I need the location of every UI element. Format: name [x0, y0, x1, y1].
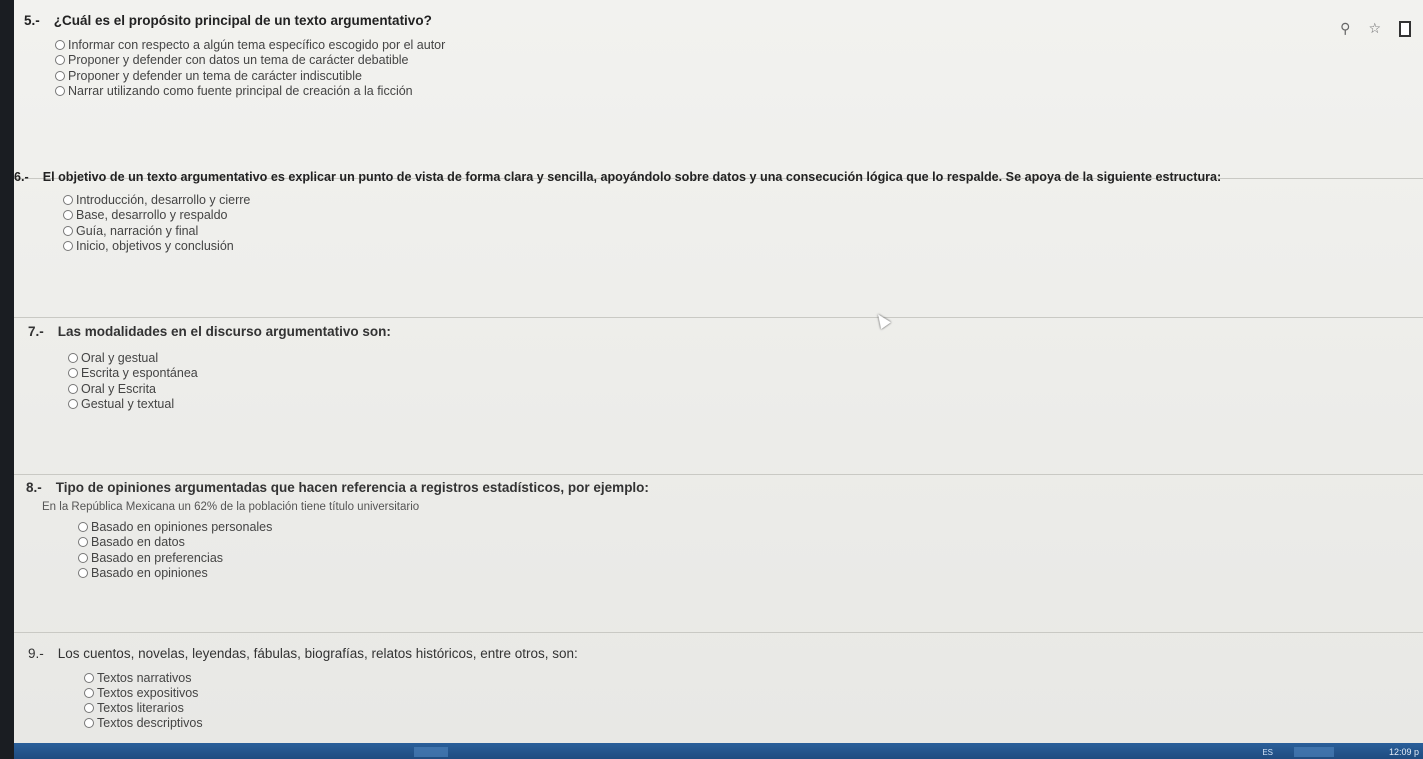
option-label: Gestual y textual — [81, 397, 175, 412]
radio-button[interactable] — [68, 383, 78, 394]
question-title: 9.- Los cuentos, novelas, leyendas, fábul… — [14, 646, 1423, 661]
option-label: Proponer y defender con datos un tema de… — [68, 53, 409, 68]
radio-button[interactable] — [68, 368, 78, 379]
question-5: 5.- ¿Cuál es el propósito principal de un… — [14, 13, 1423, 99]
question-text: Los cuentos, novelas, leyendas, fábulas,… — [57, 646, 578, 661]
option-label: Oral y gestual — [81, 350, 159, 365]
option-b[interactable]: Proponer y defender con datos un tema de… — [55, 53, 1423, 69]
option-a[interactable]: Oral y gestual — [68, 350, 1423, 366]
radio-button[interactable] — [68, 352, 78, 363]
option-a[interactable]: Informar con respecto a algún tema espec… — [55, 37, 1423, 53]
radio-button[interactable] — [84, 672, 94, 683]
question-number: 5.- — [24, 13, 40, 28]
option-c[interactable]: Proponer y defender un tema de carácter … — [55, 68, 1423, 84]
question-text: ¿Cuál es el propósito principal de un te… — [53, 13, 432, 28]
options-list: Introducción, desarrollo y cierre Base, … — [63, 192, 1423, 254]
question-number: 6.- — [14, 170, 29, 184]
question-number: 7.- — [28, 324, 44, 339]
option-c[interactable]: Textos literarios — [84, 700, 1423, 715]
option-d[interactable]: Basado en opiniones — [78, 566, 1423, 582]
radio-button[interactable] — [68, 399, 78, 410]
radio-button[interactable] — [55, 55, 65, 66]
language-indicator[interactable]: ES — [1262, 748, 1273, 757]
option-b[interactable]: Base, desarrollo y respaldo — [63, 208, 1423, 224]
options-list: Informar con respecto a algún tema espec… — [55, 37, 1423, 99]
question-title: 6.- El objetivo de un texto argumentativo… — [14, 170, 1423, 184]
taskbar-clock[interactable]: 12:09 p — [1389, 747, 1419, 757]
option-b[interactable]: Escrita y espontánea — [68, 366, 1423, 382]
radio-button[interactable] — [55, 39, 65, 50]
option-label: Proponer y defender un tema de carácter … — [68, 68, 362, 83]
radio-button[interactable] — [63, 225, 73, 236]
option-d[interactable]: Inicio, objetivos y conclusión — [63, 239, 1423, 255]
option-d[interactable]: Textos descriptivos — [84, 715, 1423, 730]
option-label: Textos literarios — [97, 700, 184, 715]
question-number: 8.- — [26, 480, 42, 495]
question-7: 7.- Las modalidades en el discurso argume… — [14, 324, 1423, 412]
option-label: Informar con respecto a algún tema espec… — [68, 37, 446, 52]
question-title: 7.- Las modalidades en el discurso argume… — [14, 324, 1423, 339]
radio-button[interactable] — [63, 241, 73, 252]
radio-button[interactable] — [63, 210, 73, 221]
screen-bezel — [0, 0, 14, 759]
question-number: 9.- — [28, 646, 44, 661]
option-label: Basado en opiniones — [91, 566, 208, 581]
radio-button[interactable] — [84, 717, 94, 728]
question-6: 6.- El objetivo de un texto argumentativo… — [14, 170, 1423, 254]
options-list: Basado en opiniones personales Basado en… — [78, 519, 1423, 581]
option-a[interactable]: Basado en opiniones personales — [78, 519, 1423, 535]
option-label: Introducción, desarrollo y cierre — [76, 192, 251, 207]
question-example: En la República Mexicana un 62% de la po… — [42, 501, 420, 513]
radio-button[interactable] — [78, 552, 88, 563]
radio-button[interactable] — [63, 194, 73, 205]
option-c[interactable]: Guía, narración y final — [63, 223, 1423, 239]
option-label: Basado en preferencias — [91, 550, 224, 565]
option-a[interactable]: Textos narrativos — [84, 670, 1423, 685]
option-label: Basado en opiniones personales — [91, 519, 273, 534]
option-label: Guía, narración y final — [76, 223, 199, 238]
option-label: Base, desarrollo y respaldo — [76, 208, 228, 223]
radio-button[interactable] — [55, 86, 65, 97]
divider — [14, 317, 1423, 318]
option-label: Oral y Escrita — [81, 381, 157, 396]
divider — [14, 632, 1423, 633]
radio-button[interactable] — [55, 70, 65, 81]
question-8: 8.- Tipo de opiniones argumentadas que ha… — [14, 480, 1423, 581]
question-title: 8.- Tipo de opiniones argumentadas que ha… — [14, 480, 1423, 495]
radio-button[interactable] — [78, 568, 88, 579]
radio-button[interactable] — [78, 521, 88, 532]
taskbar-app-button[interactable] — [1294, 747, 1334, 757]
options-list: Oral y gestual Escrita y espontánea Oral… — [68, 350, 1423, 412]
question-9: 9.- Los cuentos, novelas, leyendas, fábul… — [14, 646, 1423, 730]
option-b[interactable]: Textos expositivos — [84, 685, 1423, 700]
option-label: Narrar utilizando como fuente principal … — [68, 84, 413, 99]
radio-button[interactable] — [84, 687, 94, 698]
taskbar-app-button[interactable] — [414, 747, 448, 757]
option-label: Textos descriptivos — [97, 715, 203, 730]
quiz-page: ⚲ ☆ 5.- ¿Cuál es el propósito principal d… — [14, 0, 1423, 743]
question-title: 5.- ¿Cuál es el propósito principal de un… — [14, 13, 1423, 28]
question-text: Las modalidades en el discurso argumenta… — [57, 324, 391, 339]
option-label: Inicio, objetivos y conclusión — [76, 239, 234, 254]
option-label: Escrita y espontánea — [81, 366, 198, 381]
radio-button[interactable] — [84, 702, 94, 713]
option-label: Basado en datos — [91, 535, 185, 550]
option-c[interactable]: Basado en preferencias — [78, 550, 1423, 566]
option-d[interactable]: Narrar utilizando como fuente principal … — [55, 84, 1423, 100]
options-list: Textos narrativos Textos expositivos Tex… — [84, 670, 1423, 730]
option-a[interactable]: Introducción, desarrollo y cierre — [63, 192, 1423, 208]
option-b[interactable]: Basado en datos — [78, 535, 1423, 551]
divider — [14, 474, 1423, 475]
option-label: Textos narrativos — [97, 670, 192, 685]
question-text: Tipo de opiniones argumentadas que hacen… — [55, 480, 649, 495]
option-c[interactable]: Oral y Escrita — [68, 381, 1423, 397]
radio-button[interactable] — [78, 537, 88, 548]
option-d[interactable]: Gestual y textual — [68, 397, 1423, 413]
option-label: Textos expositivos — [97, 685, 199, 700]
question-text: El objetivo de un texto argumentativo es… — [42, 170, 1222, 184]
taskbar: ES 12:09 p — [14, 743, 1423, 759]
